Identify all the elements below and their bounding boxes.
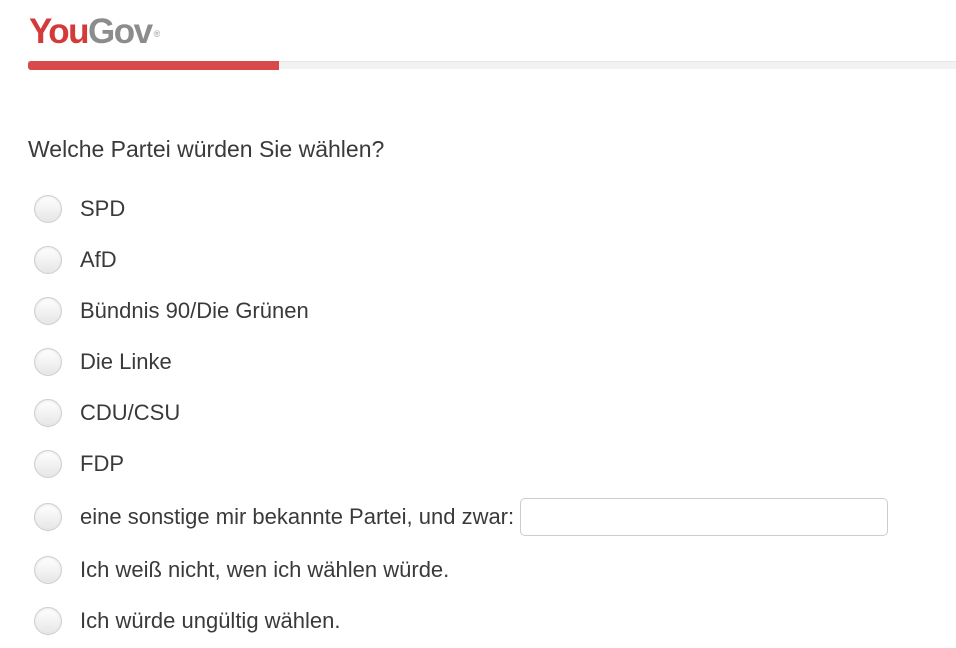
option-dont-know[interactable]: Ich weiß nicht, wen ich wählen würde. xyxy=(34,544,888,595)
option-label: SPD xyxy=(80,195,126,221)
option-label: AfD xyxy=(80,246,117,272)
radio-button[interactable] xyxy=(34,555,62,584)
option-gruene[interactable]: Bündnis 90/Die Grünen xyxy=(34,285,888,336)
radio-button[interactable] xyxy=(34,245,62,274)
option-other-party[interactable]: eine sonstige mir bekannte Partei, und z… xyxy=(34,489,889,544)
radio-button[interactable] xyxy=(34,398,62,427)
logo-you-text: You xyxy=(29,12,90,51)
option-label: Ich weiß nicht, wen ich wählen würde. xyxy=(80,556,450,582)
option-linke[interactable]: Die Linke xyxy=(34,336,888,387)
radio-button[interactable] xyxy=(34,449,62,478)
option-fdp[interactable]: FDP xyxy=(34,438,888,489)
question-title: Welche Partei würden Sie wählen? xyxy=(28,136,385,162)
radio-button[interactable] xyxy=(34,296,62,325)
radio-button[interactable] xyxy=(34,502,62,531)
option-label: CDU/CSU xyxy=(80,399,181,425)
option-invalid-vote[interactable]: Ich würde ungültig wählen. xyxy=(34,595,888,646)
option-cdu-csu[interactable]: CDU/CSU xyxy=(34,387,888,438)
progress-bar-fill xyxy=(28,61,279,70)
answer-options: SPD AfD Bündnis 90/Die Grünen Die Linke … xyxy=(34,183,889,646)
logo-gov-text: Gov xyxy=(88,12,153,51)
radio-button[interactable] xyxy=(34,194,62,223)
registered-mark: ® xyxy=(153,29,161,39)
radio-button[interactable] xyxy=(34,347,62,376)
yougov-logo: YouGov ® xyxy=(29,12,161,52)
option-label: Ich würde ungültig wählen. xyxy=(80,607,341,633)
progress-bar xyxy=(28,61,956,70)
survey-page: YouGov ® Welche Partei würden Sie wählen?… xyxy=(0,0,956,648)
option-label: Bündnis 90/Die Grünen xyxy=(80,297,309,323)
option-afd[interactable]: AfD xyxy=(34,234,888,285)
option-label: Die Linke xyxy=(80,348,172,374)
option-label: FDP xyxy=(80,450,124,476)
other-party-input[interactable] xyxy=(520,497,889,536)
option-label: eine sonstige mir bekannte Partei, und z… xyxy=(80,503,515,529)
option-spd[interactable]: SPD xyxy=(34,183,888,234)
radio-button[interactable] xyxy=(34,606,62,635)
